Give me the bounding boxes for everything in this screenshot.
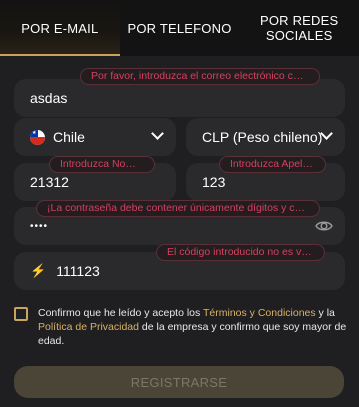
email-value: asdas [30,90,68,106]
terms-text: Confirmo que he leído y acepto los Térmi… [38,306,350,348]
register-button[interactable]: REGISTRARSE [14,366,344,398]
promo-code-value: 111123 [56,263,100,279]
first-name-error: Introduzca Nombre [49,156,155,173]
tab-email-label: POR E-MAIL [21,20,99,36]
terms-middle: y la [315,307,335,319]
tab-social-label-line1: POR REDES [259,13,339,28]
terms-link[interactable]: Términos y Condiciones [203,307,316,319]
currency-value: CLP (Peso chileno) [202,129,323,145]
tab-social-label-line2: SOCIALES [265,28,333,43]
tab-phone[interactable]: POR TELEFONO [120,0,240,56]
terms-checkbox[interactable] [14,307,28,321]
password-error: ¡La contraseña debe contener únicamente … [36,200,320,217]
tab-social[interactable]: POR REDES SOCIALES [239,0,359,56]
country-select[interactable]: ★ Chile [14,118,176,156]
chile-flag-icon: ★ [30,129,45,145]
email-error: Por favor, introduzca el correo electrón… [80,68,320,85]
lightning-icon: ⚡ [30,263,47,278]
tab-social-label: POR REDES SOCIALES [260,13,338,43]
eye-icon[interactable] [315,218,333,234]
currency-select[interactable]: CLP (Peso chileno) [186,118,345,156]
promo-code-error: El código introducido no es válido [156,244,325,261]
privacy-link[interactable]: Política de Privacidad [38,321,139,333]
tab-email[interactable]: POR E-MAIL [0,0,120,56]
last-name-error: Introduzca Apellido [219,156,326,173]
last-name-value: 123 [202,174,226,190]
password-value: •••• [30,220,49,232]
registration-form: asdas Por favor, introduzca el correo el… [0,56,359,407]
first-name-value: 21312 [30,174,69,190]
registration-tabs: POR E-MAIL POR TELEFONO POR REDES SOCIAL… [0,0,359,56]
register-button-label: REGISTRARSE [130,374,228,390]
tab-phone-label: POR TELEFONO [127,20,232,36]
terms-prefix: Confirmo que he leído y acepto los [38,307,203,319]
country-value: Chile [53,129,85,145]
chevron-down-icon [151,127,164,140]
